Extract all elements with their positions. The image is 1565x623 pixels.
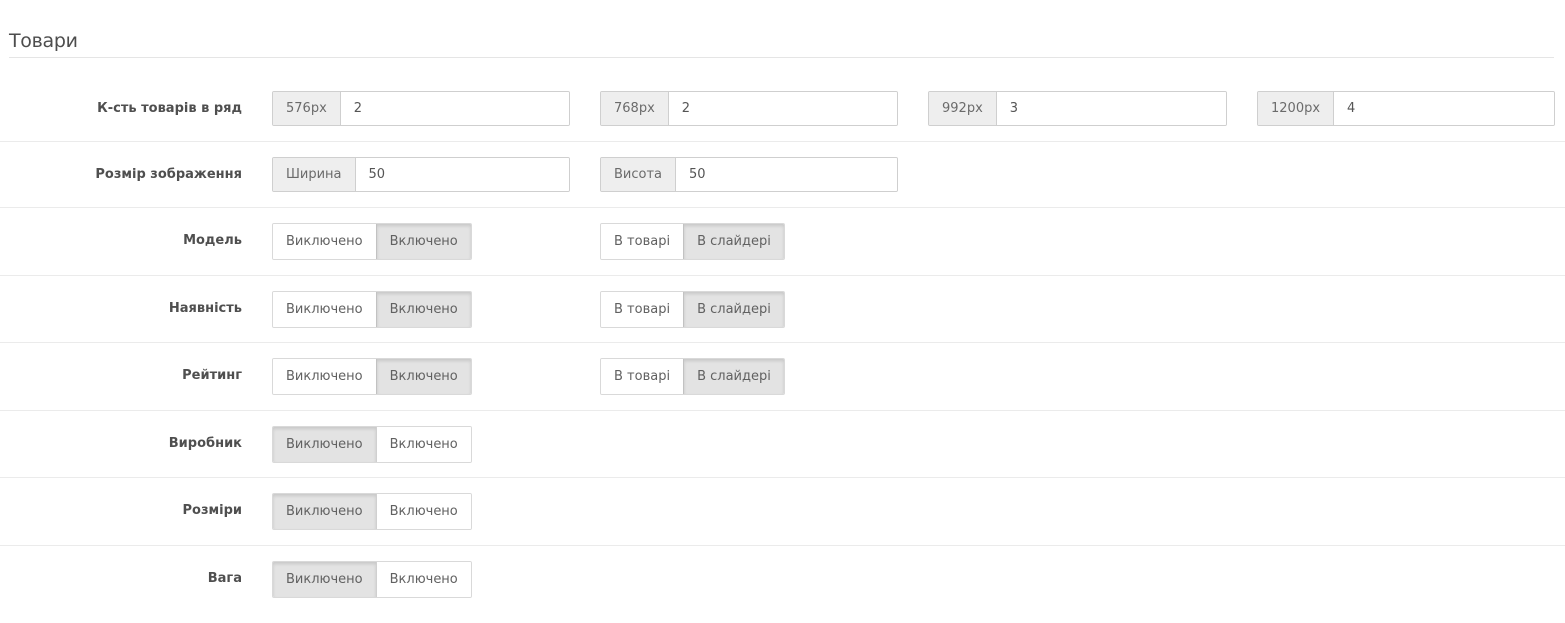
dimensions-label: Розміри (182, 503, 242, 518)
image-height-group: Висота (600, 157, 898, 192)
image-height-addon: Висота (601, 158, 677, 191)
model-in-product-button[interactable]: В товарі (601, 224, 684, 259)
rating-in-slider-button[interactable]: В слайдері (683, 359, 784, 394)
manufacturer-off-button[interactable]: Виключено (273, 427, 376, 462)
model-in-slider-button[interactable]: В слайдері (683, 224, 784, 259)
dimensions-toggle: Виключено Включено (272, 493, 472, 530)
weight-toggle: Виключено Включено (272, 561, 472, 598)
image-height-input[interactable] (676, 158, 897, 191)
per-row-576-input[interactable] (340, 92, 569, 125)
rating-off-button[interactable]: Виключено (273, 359, 376, 394)
availability-in-product-button[interactable]: В товарі (601, 292, 684, 327)
row-divider (0, 141, 1565, 142)
per-row-992-addon: 992px (929, 92, 997, 125)
availability-place-toggle: В товарі В слайдері (600, 291, 785, 328)
rating-on-button[interactable]: Включено (375, 359, 471, 394)
image-width-group: Ширина (272, 157, 570, 192)
per-row-1200-input[interactable] (1334, 92, 1554, 125)
per-row-992-input[interactable] (996, 92, 1226, 125)
availability-toggle: Виключено Включено (272, 291, 472, 328)
row-divider (0, 410, 1565, 411)
rating-in-product-button[interactable]: В товарі (601, 359, 684, 394)
weight-on-button[interactable]: Включено (375, 562, 471, 597)
row-divider (0, 342, 1565, 343)
per-row-1200-group: 1200px (1257, 91, 1555, 126)
rating-label: Рейтинг (182, 368, 242, 383)
row-divider (0, 275, 1565, 276)
dimensions-on-button[interactable]: Включено (375, 494, 471, 529)
section-title: Товари (9, 30, 78, 52)
per-row-768-group: 768px (600, 91, 898, 126)
weight-off-button[interactable]: Виключено (273, 562, 376, 597)
rating-place-toggle: В товарі В слайдері (600, 358, 785, 395)
row-divider (0, 207, 1565, 208)
section-divider (9, 57, 1554, 58)
dimensions-off-button[interactable]: Виключено (273, 494, 376, 529)
availability-in-slider-button[interactable]: В слайдері (683, 292, 784, 327)
per-row-576-addon: 576px (273, 92, 341, 125)
availability-label: Наявність (168, 301, 242, 316)
per-row-992-group: 992px (928, 91, 1227, 126)
model-place-toggle: В товарі В слайдері (600, 223, 785, 260)
image-size-label: Розмір зображення (95, 167, 242, 182)
manufacturer-toggle: Виключено Включено (272, 426, 472, 463)
rating-toggle: Виключено Включено (272, 358, 472, 395)
per-row-1200-addon: 1200px (1258, 92, 1335, 125)
availability-on-button[interactable]: Включено (375, 292, 471, 327)
per-row-768-input[interactable] (668, 92, 897, 125)
per-row-label: К-сть товарів в ряд (97, 101, 242, 116)
row-divider (0, 545, 1565, 546)
per-row-576-group: 576px (272, 91, 570, 126)
manufacturer-on-button[interactable]: Включено (375, 427, 471, 462)
availability-off-button[interactable]: Виключено (273, 292, 376, 327)
row-divider (0, 477, 1565, 478)
model-off-button[interactable]: Виключено (273, 224, 376, 259)
manufacturer-label: Виробник (168, 436, 242, 451)
model-on-button[interactable]: Включено (375, 224, 471, 259)
weight-label: Вага (207, 571, 242, 586)
model-toggle: Виключено Включено (272, 223, 472, 260)
image-width-addon: Ширина (273, 158, 356, 191)
image-width-input[interactable] (355, 158, 569, 191)
model-label: Модель (183, 233, 242, 248)
per-row-768-addon: 768px (601, 92, 669, 125)
